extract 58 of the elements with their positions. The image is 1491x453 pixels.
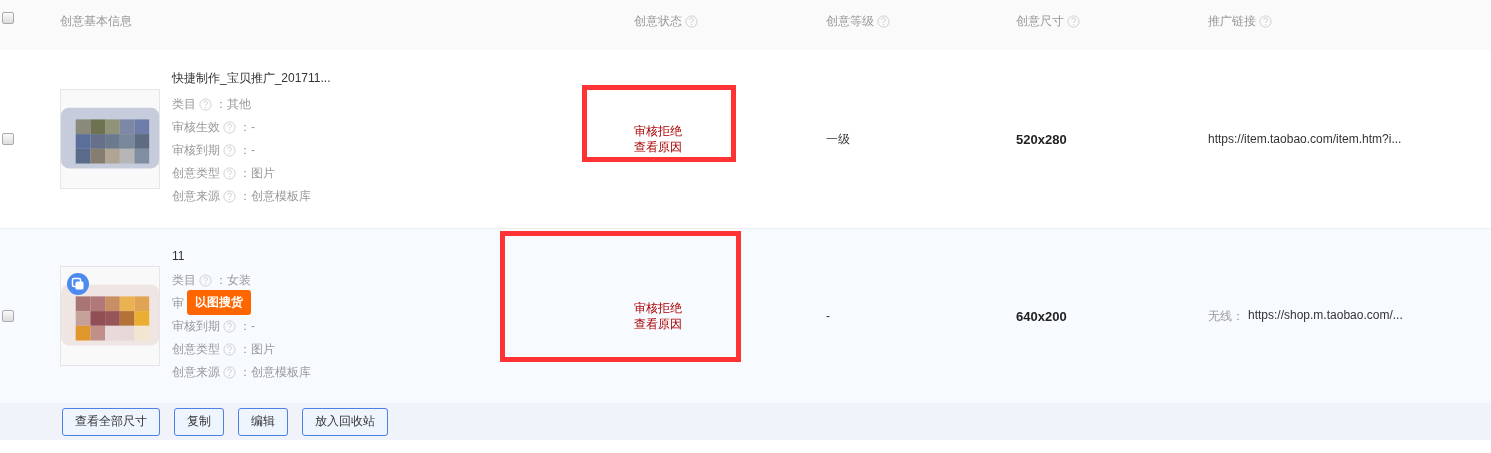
help-icon[interactable]: [223, 121, 236, 134]
link-label: 无线：: [1208, 307, 1244, 325]
field-value: ：创意模板库: [239, 188, 311, 205]
help-icon[interactable]: [223, 365, 236, 379]
copy-icon[interactable]: [67, 273, 89, 295]
column-header: 创意等级: [826, 13, 874, 30]
checkbox[interactable]: [2, 310, 14, 322]
help-icon[interactable]: [223, 190, 236, 203]
status-text: 审核拒绝: [634, 123, 683, 139]
field-label: 创意来源: [172, 363, 220, 381]
status-text: 审核拒绝: [634, 300, 683, 316]
field-value: ：图片: [239, 165, 275, 182]
field-label: 审核到期: [172, 142, 220, 159]
help-icon[interactable]: [223, 144, 236, 157]
column-header: 创意尺寸: [1016, 13, 1064, 30]
creative-title: 快捷制作_宝贝推广_201711...: [172, 70, 331, 87]
field-label: 创意类型: [172, 340, 220, 358]
promo-link[interactable]: https://item.taobao.com/item.htm?i...: [1208, 132, 1402, 146]
field-label: 类目: [172, 96, 196, 113]
size-text: 640x200: [1016, 308, 1068, 324]
field-value: ：-: [239, 142, 255, 159]
help-icon[interactable]: [1067, 15, 1080, 28]
field-value: ：其他: [215, 96, 251, 113]
action-button[interactable]: 复制: [174, 407, 224, 436]
level-text: 一级: [826, 130, 851, 148]
help-icon[interactable]: [223, 319, 236, 333]
field-label: 审核到期: [172, 317, 220, 335]
field-value: ：-: [239, 317, 255, 335]
column-header: 推广链接: [1208, 13, 1256, 30]
action-button[interactable]: 查看全部尺寸: [62, 407, 160, 436]
help-icon[interactable]: [199, 273, 212, 287]
help-icon[interactable]: [877, 15, 890, 28]
field-value: ：-: [239, 119, 255, 136]
help-icon[interactable]: [223, 342, 236, 356]
size-text: 520x280: [1016, 131, 1068, 147]
level-text: -: [826, 309, 831, 323]
column-header: 创意状态: [634, 13, 682, 30]
action-button[interactable]: 编辑: [238, 407, 288, 436]
field-label: 审核生效: [172, 119, 220, 136]
view-reason-link[interactable]: 查看原因: [634, 139, 826, 155]
help-icon[interactable]: [199, 98, 212, 111]
view-reason-link[interactable]: 查看原因: [634, 316, 826, 332]
field-label: 创意类型: [172, 165, 220, 182]
help-icon[interactable]: [1259, 15, 1272, 28]
help-icon[interactable]: [223, 167, 236, 180]
action-button[interactable]: 放入回收站: [302, 407, 388, 436]
checkbox[interactable]: [2, 12, 14, 24]
field-label: 类目: [172, 271, 196, 289]
checkbox[interactable]: [2, 133, 14, 145]
column-header: 创意基本信息: [60, 13, 132, 30]
field-value: ：女装: [215, 271, 251, 289]
field-value: ：创意模板库: [239, 363, 311, 381]
field-label: 审: [172, 294, 184, 312]
field-label: 创意来源: [172, 188, 220, 205]
promo-link[interactable]: https://shop.m.taobao.com/...: [1248, 307, 1403, 325]
help-icon[interactable]: [685, 15, 698, 28]
creative-title: 11: [172, 248, 186, 263]
field-value: ：图片: [239, 340, 275, 358]
